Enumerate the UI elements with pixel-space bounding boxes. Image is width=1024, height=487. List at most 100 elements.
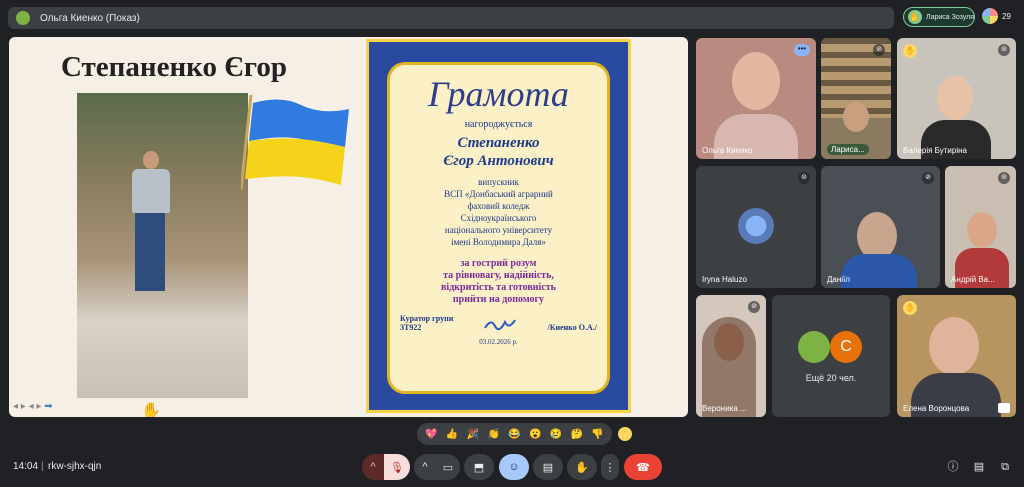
participant-avatar	[798, 331, 830, 363]
reaction-skin-tone-icon[interactable]	[618, 427, 632, 441]
present-screen-button[interactable]: ⬒	[464, 454, 494, 480]
certificate-graduate-text: випускник ВСП «Донбаський аграрний фахов…	[390, 176, 607, 248]
participant-tile[interactable]: ⊘ Андрій Ва...	[945, 166, 1016, 288]
certificate-surname: Степаненко	[457, 135, 540, 151]
more-participants-label: Ещё 20 чел.	[805, 373, 857, 383]
raise-hand-button[interactable]: ✋	[567, 454, 597, 480]
presentation-area: Степаненко Єгор Грамота нагороджується С…	[9, 37, 688, 417]
participant-face	[843, 102, 869, 132]
participant-avatar	[738, 208, 774, 244]
hand-raised-icon: ✋	[903, 44, 917, 58]
meeting-info-icon[interactable]: ⓘ	[946, 460, 960, 474]
more-options-button[interactable]: ⋮	[601, 454, 619, 480]
photo-person-head	[143, 151, 159, 169]
reason-line: за гострий розум	[460, 258, 537, 269]
participant-name: Лариса...	[827, 144, 869, 155]
hand-icon: ✋	[908, 10, 922, 24]
slide-navigation[interactable]: ◂ ▸ ◂ ▸ ➡	[13, 401, 83, 413]
reaction-party-icon[interactable]: 🎉	[467, 429, 479, 440]
participant-name: Елена Воронцова	[903, 404, 970, 413]
activities-icon[interactable]: ⧉	[998, 460, 1012, 474]
clock: 14:04	[13, 461, 39, 472]
graduate-line: імені Володимира Даля»	[451, 237, 546, 247]
participant-face	[929, 317, 979, 375]
curator-group: 3Т922	[400, 323, 422, 332]
participant-name: Ольга Киенко	[702, 146, 753, 155]
participant-hair	[702, 317, 756, 417]
certificate-title: Грамота	[428, 74, 569, 114]
participants-count: 29	[1002, 11, 1011, 21]
mic-off-icon: ⊘	[922, 172, 934, 184]
emoji-reactions-button[interactable]: ☺	[499, 454, 529, 480]
reaction-thinking-icon[interactable]: 🤔	[571, 429, 583, 440]
participant-tile[interactable]: ✋ ⊘ Валерія Бутиріна	[897, 38, 1016, 159]
more-options-icon[interactable]: •••	[794, 44, 810, 56]
participant-face	[937, 76, 973, 120]
participant-name: Валерія Бутиріна	[903, 146, 967, 155]
reaction-thumbs-up-icon[interactable]: 👍	[446, 429, 458, 440]
certificate-given-names: Єгор Антонович	[443, 153, 554, 169]
participants-avatars-icon	[982, 8, 998, 24]
participant-name: Андрій Ва...	[951, 275, 995, 284]
photo-person-legs	[135, 213, 165, 291]
speaker-name: Лариса Зозуля	[925, 13, 974, 21]
camera-options-chevron-icon[interactable]: ^	[414, 454, 436, 480]
graduate-line: Східноукраїнського	[460, 213, 537, 223]
participant-face	[967, 212, 997, 248]
reaction-laugh-icon[interactable]: 😂	[508, 429, 520, 440]
participant-tile[interactable]: ✋ Елена Воронцова	[897, 295, 1016, 417]
leave-call-button[interactable]: ☎	[624, 454, 662, 480]
mic-off-icon: ⊘	[873, 44, 885, 56]
meeting-code: rkw-sjhx-qjn	[48, 461, 102, 472]
more-participants-tile[interactable]: С Ещё 20 чел.	[772, 295, 890, 417]
mic-options-chevron-icon[interactable]: ^	[362, 454, 384, 480]
participant-tile[interactable]: ⊘ Iryna Haluzo	[696, 166, 816, 288]
participant-face	[857, 212, 897, 260]
participant-name: Даніїл	[827, 275, 850, 284]
presenter-avatar	[16, 11, 30, 25]
participant-name: Iryna Haluzo	[702, 275, 747, 284]
active-speaker-pill[interactable]: ✋ Лариса Зозуля	[903, 7, 975, 27]
participant-body	[841, 254, 917, 288]
captions-button[interactable]: ▤	[533, 454, 563, 480]
certificate-date: 03.02.2026 р.	[479, 338, 518, 346]
camera-button[interactable]: ▭	[436, 454, 460, 480]
reaction-surprised-icon[interactable]: 😮	[529, 429, 541, 440]
curator-label: Куратор групи	[400, 314, 454, 323]
photo-person-body	[132, 169, 170, 213]
microphone-off-button[interactable]: 🎙	[384, 454, 410, 480]
participant-tile[interactable]: ⊘ Вероника ...	[696, 295, 766, 417]
reaction-thumbs-down-icon[interactable]: 👎	[591, 429, 603, 440]
mic-off-icon: ⊘	[998, 44, 1010, 56]
graduate-line: національного університету	[444, 225, 553, 235]
hand-raised-icon: ✋	[903, 301, 917, 315]
reason-line: та рівновагу, надійність,	[443, 270, 554, 281]
chat-icon[interactable]: ▤	[972, 460, 986, 474]
certificate: Грамота нагороджується Степаненко Єгор А…	[366, 39, 631, 413]
reaction-heart-icon[interactable]: 💖	[425, 429, 437, 440]
reason-line: відкритість та готовність	[441, 282, 556, 293]
pin-icon[interactable]	[998, 403, 1010, 413]
graduate-line: ВСП «Донбаський аграрний	[444, 189, 553, 199]
curator-name: /Киенко О.А./	[547, 323, 597, 332]
participant-tile[interactable]: ••• Ольга Киенко	[696, 38, 816, 159]
ukraine-flag-icon	[241, 95, 349, 191]
reaction-sad-icon[interactable]: 😢	[550, 429, 562, 440]
separator: |	[41, 461, 44, 472]
participant-face	[732, 52, 780, 110]
certificate-reason: за гострий розум та рівновагу, надійніст…	[390, 258, 607, 306]
participant-tile[interactable]: ⊘ Даніїл	[821, 166, 940, 288]
certificate-body: Грамота нагороджується Степаненко Єгор А…	[387, 62, 610, 394]
participant-tile[interactable]: ⊘ Лариса...	[821, 38, 891, 159]
reaction-clap-icon[interactable]: 👏	[487, 429, 499, 440]
mic-off-icon: ⊘	[748, 301, 760, 313]
raised-hand-icon: ✋	[141, 403, 161, 417]
participants-indicator[interactable]: 29	[982, 8, 1011, 24]
signature-icon	[484, 319, 517, 331]
reason-line: прийти на допомогу	[452, 294, 545, 305]
presenter-bar: Ольга Киенко (Показ)	[8, 7, 894, 29]
certificate-awarded: нагороджується	[464, 119, 533, 130]
reactions-bar: 💖 👍 🎉 👏 😂 😮 😢 🤔 👎	[417, 423, 612, 445]
certificate-curator: Куратор групи 3Т922 /Киенко О.А./	[390, 314, 607, 332]
curator-label-block: Куратор групи 3Т922	[400, 314, 453, 332]
